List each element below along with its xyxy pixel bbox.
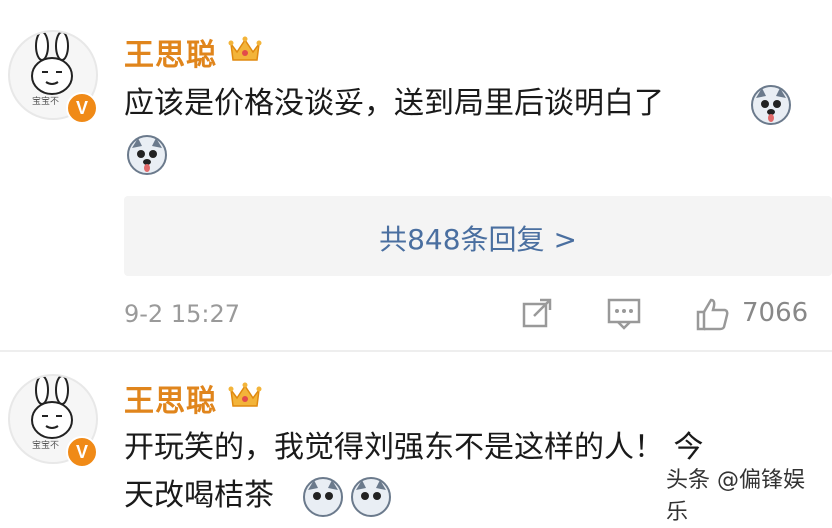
comment-item: 宝宝不 V 王思聪 应该是价格没谈妥，送到局里后谈明白了 共848条回复 > 9… — [0, 0, 832, 352]
husky-dog-emoji-icon — [127, 135, 167, 175]
reply-summary-box[interactable]: 共848条回复 > — [124, 196, 832, 276]
username[interactable]: 王思聪 — [124, 30, 217, 74]
verified-badge-icon: V — [66, 436, 98, 468]
username[interactable]: 王思聪 — [124, 376, 217, 420]
avatar-caption: 宝宝不 — [32, 97, 60, 107]
husky-dog-emoji-icon — [351, 477, 391, 517]
reply-count-link[interactable]: 共848条回复 > — [124, 218, 832, 258]
timestamp: 9-2 15:27 — [124, 300, 240, 328]
crown-icon — [228, 382, 262, 407]
comment-text: 应该是价格没谈妥，送到局里后谈明白了 — [124, 86, 664, 121]
comment-text: 开玩笑的，我觉得刘强东不是这样的人！ 今 — [124, 430, 704, 465]
share-icon[interactable] — [520, 296, 554, 330]
like-count: 7066 — [742, 298, 809, 328]
verified-badge-icon: V — [66, 92, 98, 124]
watermark: 头条 @偏锋娱乐 — [660, 460, 832, 528]
husky-dog-emoji-icon — [303, 477, 343, 517]
avatar-caption: 宝宝不 — [32, 441, 60, 451]
comment-icon[interactable] — [606, 296, 642, 330]
husky-dog-emoji-icon — [751, 85, 791, 125]
thumbs-up-icon[interactable] — [694, 296, 730, 332]
crown-icon — [228, 36, 262, 61]
comment-text-line2: 天改喝桔茶 — [124, 478, 274, 513]
